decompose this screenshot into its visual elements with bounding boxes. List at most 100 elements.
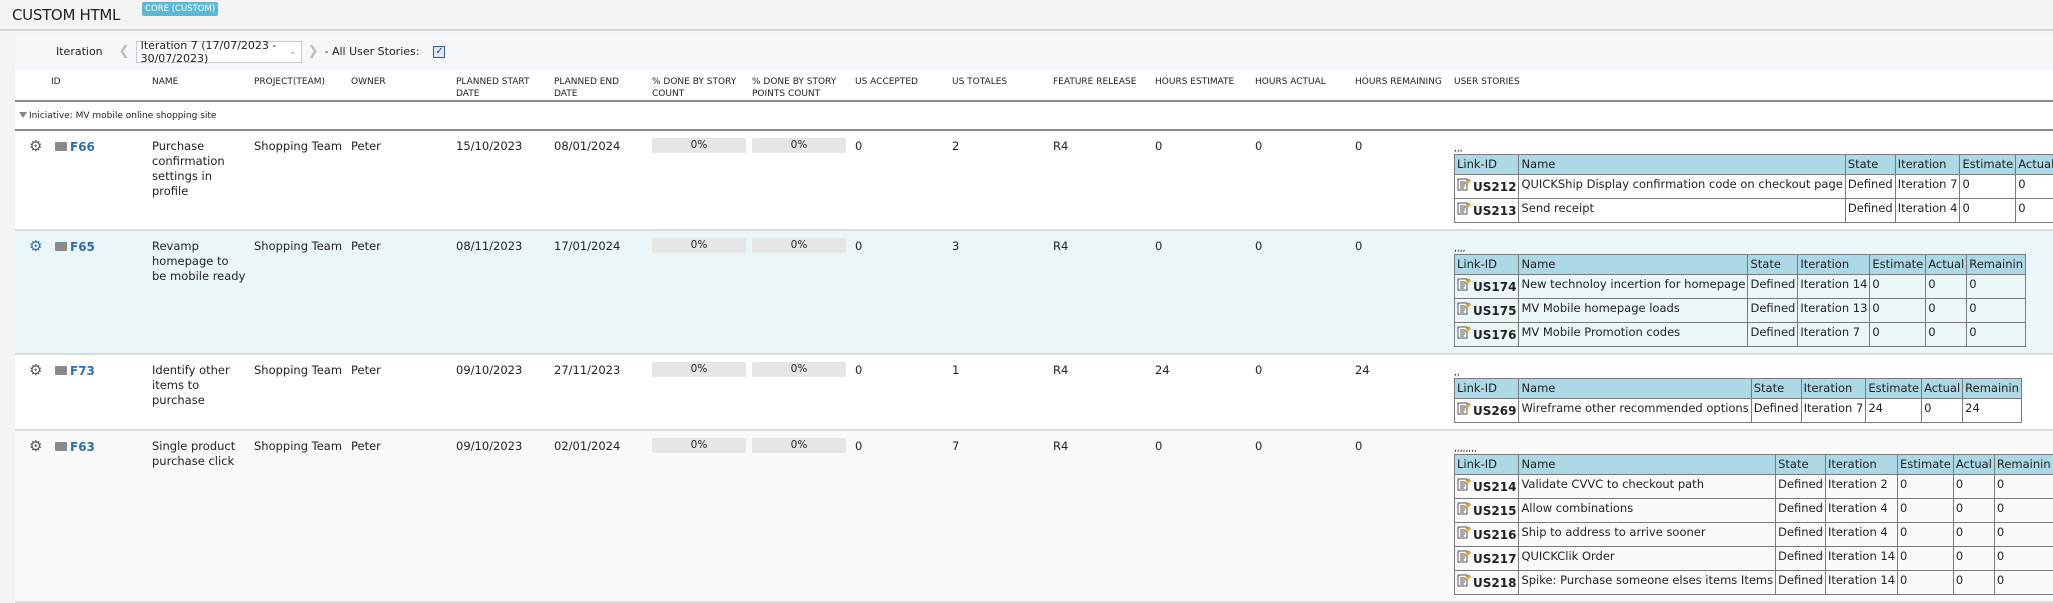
- story-remaining: 0: [1994, 547, 2053, 571]
- story-link-id[interactable]: US213: [1455, 199, 1519, 223]
- story-actual: 0: [1926, 299, 1967, 323]
- story-link-id[interactable]: US176: [1455, 323, 1519, 347]
- edit-story-icon[interactable]: [1457, 525, 1471, 543]
- stories-column-header: Link-ID: [1455, 379, 1519, 399]
- edit-story-icon[interactable]: [1457, 277, 1471, 295]
- column-header[interactable]: US ACCEPTED: [851, 70, 948, 101]
- edit-story-icon[interactable]: [1457, 325, 1471, 343]
- story-link-id[interactable]: US218: [1455, 571, 1519, 595]
- story-row: US174New technoloy incertion for homepag…: [1455, 275, 2026, 299]
- user-stories-cell: ,,Link-IDNameStateIterationEstimateActua…: [1450, 354, 2053, 430]
- story-id[interactable]: US214: [1473, 480, 1516, 494]
- story-id[interactable]: US216: [1473, 528, 1516, 542]
- edit-story-icon[interactable]: [1457, 301, 1471, 319]
- story-state: Defined: [1748, 299, 1798, 323]
- story-id[interactable]: US213: [1473, 204, 1516, 218]
- story-id[interactable]: US174: [1473, 280, 1516, 294]
- story-actual: 0: [2016, 199, 2053, 223]
- initiative-group-row[interactable]: Iniciative: MV mobile online shopping si…: [15, 101, 2053, 130]
- user-stories-table: Link-IDNameStateIterationEstimateActualR…: [1454, 454, 2053, 595]
- feature-row: ⚙F65Revamp homepage to be mobile readySh…: [15, 230, 2053, 354]
- feature-project: Shopping Team: [250, 230, 347, 354]
- story-id[interactable]: US175: [1473, 304, 1516, 318]
- story-link-id[interactable]: US217: [1455, 547, 1519, 571]
- initiative-group-header[interactable]: Iniciative: MV mobile online shopping si…: [15, 101, 2053, 130]
- story-actual: 0: [1953, 571, 1994, 595]
- story-link-id[interactable]: US215: [1455, 499, 1519, 523]
- story-estimate: 0: [1870, 275, 1926, 299]
- story-id[interactable]: US212: [1473, 180, 1516, 194]
- story-id[interactable]: US217: [1473, 552, 1516, 566]
- column-header[interactable]: % DONE BY STORY COUNT: [648, 70, 748, 101]
- story-state: Defined: [1751, 399, 1801, 423]
- column-header[interactable]: HOURS ESTIMATE: [1151, 70, 1251, 101]
- user-stories-cell: ,,,Link-IDNameStateIterationEstimateActu…: [1450, 130, 2053, 230]
- column-header[interactable]: PLANNED END DATE: [550, 70, 648, 101]
- edit-story-icon[interactable]: [1457, 549, 1471, 567]
- feature-id-link[interactable]: F73: [70, 364, 95, 378]
- edit-story-icon[interactable]: [1457, 501, 1471, 519]
- collapse-triangle-icon[interactable]: [19, 112, 27, 118]
- feature-release: R4: [1049, 230, 1151, 354]
- edit-story-icon[interactable]: [1457, 177, 1471, 195]
- stories-separator-text: ,,,,: [1454, 245, 2049, 253]
- column-header[interactable]: FEATURE RELEASE: [1049, 70, 1151, 101]
- story-actual: 0: [2016, 175, 2053, 199]
- story-link-id[interactable]: US269: [1455, 399, 1519, 423]
- story-estimate: 0: [1898, 499, 1954, 523]
- story-row: US214Validate CVVC to checkout pathDefin…: [1455, 475, 2053, 499]
- feature-project: Shopping Team: [250, 130, 347, 230]
- stories-column-header: State: [1845, 155, 1895, 175]
- story-link-id[interactable]: US174: [1455, 275, 1519, 299]
- previous-iteration-icon[interactable]: ❮: [119, 44, 130, 59]
- all-user-stories-label: - All User Stories:: [324, 45, 419, 58]
- feature-est: 0: [1151, 230, 1251, 354]
- column-header[interactable]: USER STORIES: [1450, 70, 2053, 101]
- feature-name: Single product purchase click: [148, 430, 250, 602]
- story-id[interactable]: US215: [1473, 504, 1516, 518]
- pct-story-points-bar: 0%: [752, 138, 846, 153]
- column-header[interactable]: OWNER: [347, 70, 452, 101]
- story-id[interactable]: US269: [1473, 404, 1516, 418]
- stories-column-header: Iteration: [1798, 255, 1870, 275]
- gear-icon[interactable]: ⚙: [29, 239, 49, 254]
- story-link-id[interactable]: US216: [1455, 523, 1519, 547]
- feature-project: Shopping Team: [250, 354, 347, 430]
- column-header[interactable]: % DONE BY STORY POINTS COUNT: [748, 70, 851, 101]
- column-header[interactable]: US TOTALES: [948, 70, 1049, 101]
- edit-story-icon[interactable]: [1457, 477, 1471, 495]
- gear-icon[interactable]: ⚙: [29, 439, 49, 454]
- core-badge: CORE (CUSTOM): [142, 2, 218, 16]
- story-id[interactable]: US176: [1473, 328, 1516, 342]
- story-name: QUICKClik Order: [1519, 547, 1776, 571]
- story-estimate: 24: [1866, 399, 1922, 423]
- column-header[interactable]: NAME: [148, 70, 250, 101]
- feature-project: Shopping Team: [250, 430, 347, 602]
- edit-story-icon[interactable]: [1457, 401, 1471, 419]
- iteration-select[interactable]: Iteration 7 (17/07/2023 - 30/07/2023) ⌄: [136, 41, 302, 63]
- story-state: Defined: [1845, 175, 1895, 199]
- gear-icon[interactable]: ⚙: [29, 363, 49, 378]
- feature-id-link[interactable]: F66: [70, 140, 95, 154]
- column-header[interactable]: HOURS REMAINING: [1351, 70, 1450, 101]
- edit-story-icon[interactable]: [1457, 201, 1471, 219]
- edit-story-icon[interactable]: [1457, 573, 1471, 591]
- all-user-stories-checkbox[interactable]: ✓: [433, 46, 445, 58]
- column-header[interactable]: HOURS ACTUAL: [1251, 70, 1351, 101]
- user-stories-cell: ,,,,,,,,Link-IDNameStateIterationEstimat…: [1450, 430, 2053, 602]
- story-link-id[interactable]: US212: [1455, 175, 1519, 199]
- stories-column-header: Remainin: [1963, 379, 2022, 399]
- column-header[interactable]: PROJECT(TEAM): [250, 70, 347, 101]
- column-header[interactable]: PLANNED START DATE: [452, 70, 550, 101]
- feature-id-link[interactable]: F65: [70, 240, 95, 254]
- story-row: US269Wireframe other recommended options…: [1455, 399, 2022, 423]
- story-link-id[interactable]: US214: [1455, 475, 1519, 499]
- feature-id-link[interactable]: F63: [70, 440, 95, 454]
- next-iteration-icon[interactable]: ❯: [308, 44, 319, 59]
- story-iteration: Iteration 4: [1895, 199, 1960, 223]
- feature-start: 08/11/2023: [452, 230, 550, 354]
- story-id[interactable]: US218: [1473, 576, 1516, 590]
- gear-icon[interactable]: ⚙: [29, 139, 49, 154]
- column-header[interactable]: ID: [15, 70, 148, 101]
- story-link-id[interactable]: US175: [1455, 299, 1519, 323]
